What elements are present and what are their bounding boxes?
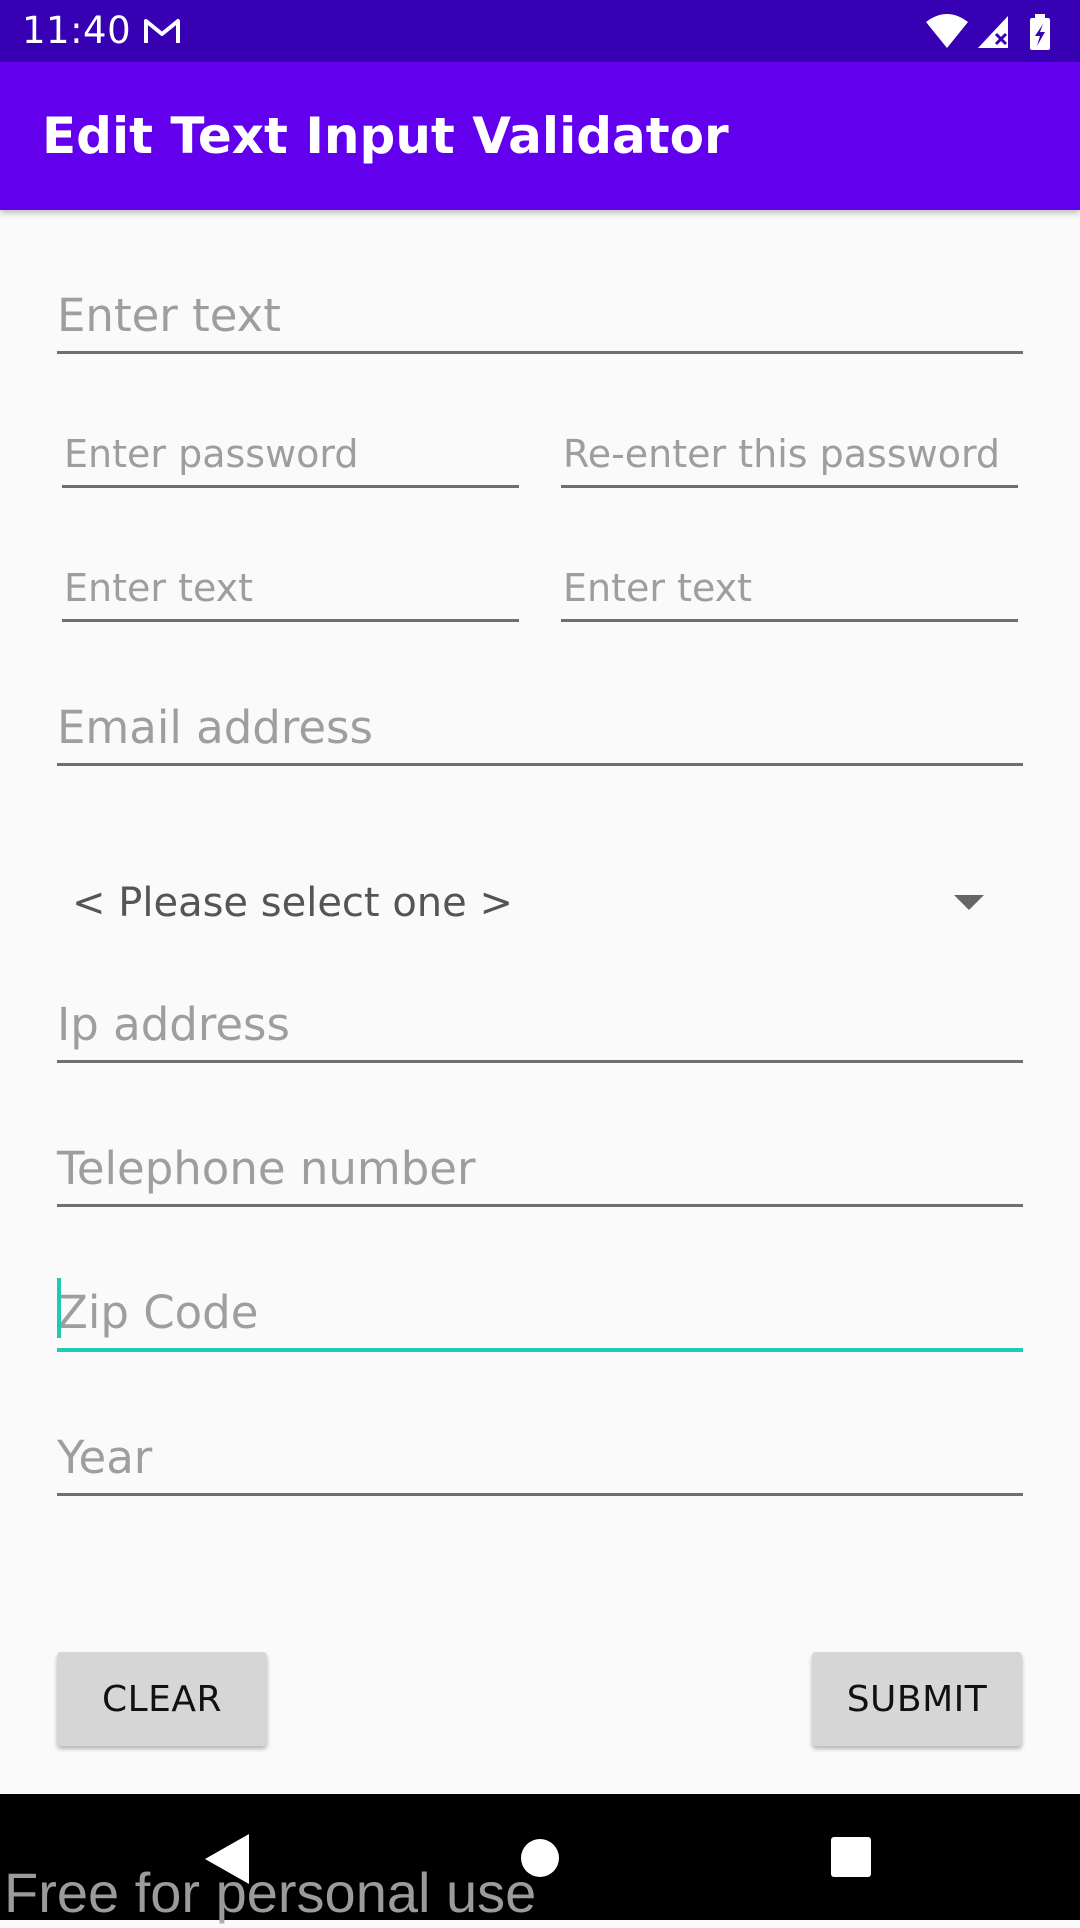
status-time: 11:40 xyxy=(22,9,132,52)
status-bar: 11:40 xyxy=(0,0,1080,62)
app-title: Edit Text Input Validator xyxy=(42,107,729,165)
ip-address-input-placeholder: Ip address xyxy=(57,998,290,1051)
email-input[interactable]: Email address xyxy=(57,688,1023,766)
dropdown-arrow-icon xyxy=(954,895,984,910)
submit-button[interactable]: SUBMIT xyxy=(812,1652,1022,1746)
watermark-text: Free for personal use xyxy=(4,1861,537,1924)
year-input-placeholder: Year xyxy=(57,1431,153,1484)
text-input-right-placeholder: Enter text xyxy=(563,566,753,610)
zip-code-input-placeholder: Zip Code xyxy=(57,1286,259,1339)
telephone-input[interactable]: Telephone number xyxy=(57,1129,1023,1207)
zip-code-input[interactable]: Zip Code xyxy=(57,1273,1023,1352)
password-input[interactable]: Enter password xyxy=(62,420,519,488)
password-confirm-input[interactable]: Re-enter this password xyxy=(561,420,1018,488)
app-bar: Edit Text Input Validator xyxy=(0,62,1080,210)
spinner-selected-value: < Please select one > xyxy=(72,880,513,926)
recents-icon[interactable] xyxy=(831,1837,871,1877)
telephone-input-placeholder: Telephone number xyxy=(57,1142,476,1195)
password-confirm-input-placeholder: Re-enter this password xyxy=(563,432,1001,476)
text-cursor xyxy=(57,1278,61,1338)
text-input[interactable]: Enter text xyxy=(57,276,1023,354)
select-spinner[interactable]: < Please select one > xyxy=(57,868,1010,938)
battery-charging-icon xyxy=(1030,14,1050,50)
password-input-placeholder: Enter password xyxy=(64,432,359,476)
wifi-icon xyxy=(926,14,968,48)
ip-address-input[interactable]: Ip address xyxy=(57,985,1023,1063)
text-input-right[interactable]: Enter text xyxy=(561,554,1018,622)
year-input[interactable]: Year xyxy=(57,1418,1023,1496)
email-input-placeholder: Email address xyxy=(57,701,373,754)
gmail-icon xyxy=(144,19,180,43)
text-input-left-placeholder: Enter text xyxy=(64,566,254,610)
clear-button[interactable]: CLEAR xyxy=(57,1652,267,1746)
text-input-placeholder: Enter text xyxy=(57,289,281,342)
signal-icon xyxy=(978,16,1008,48)
text-input-left[interactable]: Enter text xyxy=(62,554,519,622)
status-icons xyxy=(926,14,1050,50)
